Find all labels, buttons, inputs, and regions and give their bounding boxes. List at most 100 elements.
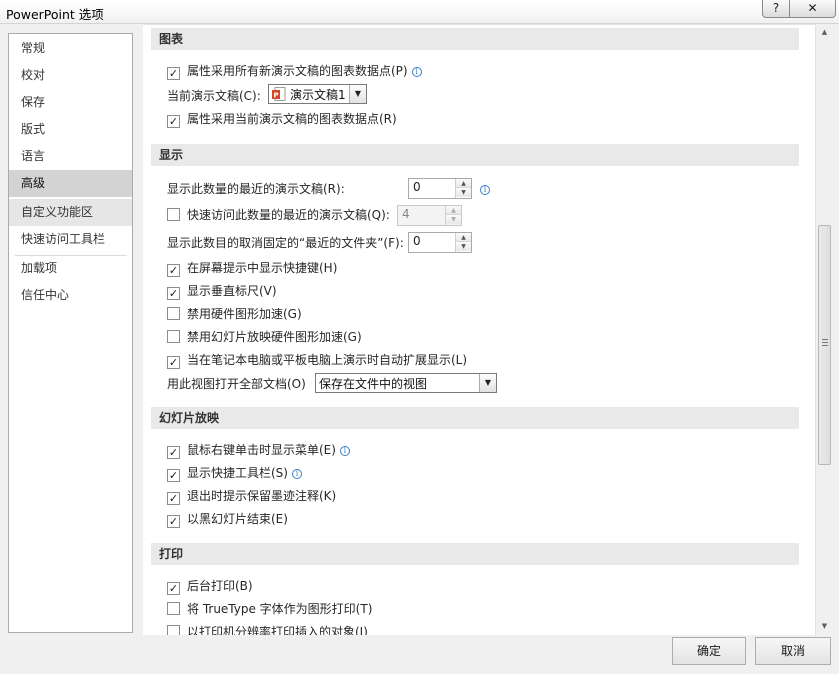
truetype-label: 将 TrueType 字体作为图形打印(T) [187, 602, 373, 616]
right-click-menu-label: 鼠标右键单击时显示菜单(E) [187, 443, 336, 457]
unpinned-folders-label: 显示此数目的取消固定的“最近的文件夹”(F): [167, 236, 404, 250]
options-nav: 常规 校对 保存 版式 语言 高级 自定义功能区 快速访问工具栏 加载项 信任中… [8, 33, 133, 633]
info-icon: i [480, 185, 490, 195]
title-bar: PowerPoint 选项 ? ✕ [0, 0, 839, 24]
scroll-up-icon[interactable]: ▲ [816, 24, 833, 41]
nav-item-customize-ribbon[interactable]: 自定义功能区 [9, 199, 132, 226]
nav-item-layout[interactable]: 版式 [9, 116, 132, 143]
quick-access-value: 4 [402, 207, 410, 221]
popup-toolbar-checkbox[interactable]: ✓ [167, 469, 180, 482]
ok-button[interactable]: 确定 [672, 637, 746, 665]
printer-resolution-checkbox[interactable] [167, 625, 180, 635]
nav-item-quick-access-toolbar[interactable]: 快速访问工具栏 [9, 226, 132, 253]
auto-extend-label: 当在笔记本电脑或平板电脑上演示时自动扩展显示(L) [187, 353, 468, 367]
disable-hw-accel-row: 禁用硬件图形加速(G) [167, 305, 302, 323]
recent-docs-value: 0 [413, 180, 421, 194]
close-button[interactable]: ✕ [789, 0, 836, 18]
quick-access-row: 快速访问此数量的最近的演示文稿(Q): [167, 206, 390, 224]
end-black-label: 以黑幻灯片结束(E) [187, 512, 288, 526]
chart-current-checkbox[interactable]: ✓ [167, 115, 180, 128]
nav-item-proofing[interactable]: 校对 [9, 62, 132, 89]
nav-item-language[interactable]: 语言 [9, 143, 132, 170]
vertical-ruler-row: ✓ 显示垂直标尺(V) [167, 282, 277, 300]
popup-toolbar-label: 显示快捷工具栏(S) [187, 466, 288, 480]
quick-access-checkbox[interactable] [167, 208, 180, 221]
content-scrollbar[interactable]: ▲ ▼ [815, 24, 832, 635]
current-presentation-select[interactable]: P 演示文稿1 ▼ [268, 84, 367, 104]
options-content: 图表 ✓ 属性采用所有新演示文稿的图表数据点(P) i 当前演示文稿(C): P 演… [143, 24, 815, 635]
spin-up-icon[interactable]: ▲ [456, 179, 471, 188]
keep-ink-label: 退出时提示保留墨迹注释(K) [187, 489, 337, 503]
scroll-down-icon[interactable]: ▼ [816, 618, 833, 635]
printer-resolution-label: 以打印机分辨率打印插入的对象(I) [187, 625, 368, 635]
nav-item-trust-center[interactable]: 信任中心 [9, 282, 132, 309]
spin-down-icon[interactable]: ▼ [456, 188, 471, 197]
unpinned-folders-value: 0 [413, 234, 421, 248]
quick-access-label: 快速访问此数量的最近的演示文稿(Q): [187, 208, 390, 222]
auto-extend-row: ✓ 当在笔记本电脑或平板电脑上演示时自动扩展显示(L) [167, 351, 467, 369]
vertical-ruler-label: 显示垂直标尺(V) [187, 284, 277, 298]
info-icon: i [411, 67, 422, 77]
chart-all-new-label: 属性采用所有新演示文稿的图表数据点(P) [187, 64, 408, 78]
chevron-down-icon[interactable]: ▼ [349, 85, 366, 103]
shortcut-keys-label: 在屏幕提示中显示快捷键(H) [187, 261, 338, 275]
open-view-label: 用此视图打开全部文档(O) [167, 377, 306, 391]
recent-docs-spinner[interactable]: 0 ▲ ▼ [408, 178, 472, 199]
right-click-menu-row: ✓ 鼠标右键单击时显示菜单(E) i [167, 441, 350, 459]
end-black-checkbox[interactable]: ✓ [167, 515, 180, 528]
disable-hw-accel-label: 禁用硬件图形加速(G) [187, 307, 302, 321]
printer-resolution-row: 以打印机分辨率打印插入的对象(I) [167, 623, 368, 635]
shortcut-keys-checkbox[interactable]: ✓ [167, 264, 180, 277]
nav-item-advanced[interactable]: 高级 [9, 170, 132, 197]
auto-extend-checkbox[interactable]: ✓ [167, 356, 180, 369]
vertical-ruler-checkbox[interactable]: ✓ [167, 287, 180, 300]
disable-slideshow-hw-label: 禁用幻灯片放映硬件图形加速(G) [187, 330, 362, 344]
disable-hw-accel-checkbox[interactable] [167, 307, 180, 320]
end-black-row: ✓ 以黑幻灯片结束(E) [167, 510, 288, 528]
spin-down-icon: ▼ [446, 215, 461, 224]
section-display-header: 显示 [151, 144, 799, 166]
keep-ink-row: ✓ 退出时提示保留墨迹注释(K) [167, 487, 336, 505]
chart-current-label: 属性采用当前演示文稿的图表数据点(R) [187, 112, 397, 126]
unpinned-folders-spinner[interactable]: 0 ▲ ▼ [408, 232, 472, 253]
info-icon: i [339, 446, 350, 456]
background-print-checkbox[interactable]: ✓ [167, 582, 180, 595]
current-presentation-label: 当前演示文稿(C): [167, 89, 261, 103]
chevron-down-icon[interactable]: ▼ [479, 374, 496, 392]
recent-docs-label: 显示此数量的最近的演示文稿(R): [167, 182, 345, 196]
keep-ink-checkbox[interactable]: ✓ [167, 492, 180, 505]
open-view-row: 用此视图打开全部文档(O) [167, 375, 306, 393]
window-title: PowerPoint 选项 [6, 7, 104, 22]
open-view-value: 保存在文件中的视图 [319, 377, 428, 391]
background-print-label: 后台打印(B) [187, 579, 253, 593]
open-view-select[interactable]: 保存在文件中的视图 ▼ [315, 373, 497, 393]
current-presentation-value: 演示文稿1 [290, 88, 346, 102]
nav-item-addins[interactable]: 加载项 [9, 255, 132, 282]
powerpoint-file-icon: P [272, 87, 286, 102]
shortcut-keys-row: ✓ 在屏幕提示中显示快捷键(H) [167, 259, 337, 277]
truetype-checkbox[interactable] [167, 602, 180, 615]
nav-item-save[interactable]: 保存 [9, 89, 132, 116]
quick-access-spinner: 4 ▲ ▼ [397, 205, 462, 226]
section-chart-header: 图表 [151, 28, 799, 50]
scroll-thumb[interactable] [818, 225, 831, 465]
truetype-row: 将 TrueType 字体作为图形打印(T) [167, 600, 372, 618]
chart-all-new-row: ✓ 属性采用所有新演示文稿的图表数据点(P) i [167, 62, 422, 80]
disable-slideshow-hw-checkbox[interactable] [167, 330, 180, 343]
spin-up-icon[interactable]: ▲ [456, 233, 471, 242]
spin-up-icon: ▲ [446, 206, 461, 215]
cancel-button[interactable]: 取消 [755, 637, 831, 665]
disable-slideshow-hw-row: 禁用幻灯片放映硬件图形加速(G) [167, 328, 362, 346]
popup-toolbar-row: ✓ 显示快捷工具栏(S) i [167, 464, 302, 482]
info-icon: i [291, 469, 302, 479]
right-click-menu-checkbox[interactable]: ✓ [167, 446, 180, 459]
spin-down-icon[interactable]: ▼ [456, 242, 471, 251]
display-recent-row: 显示此数量的最近的演示文稿(R): [167, 180, 345, 198]
nav-item-general[interactable]: 常规 [9, 35, 132, 62]
background-print-row: ✓ 后台打印(B) [167, 577, 253, 595]
section-slideshow-header: 幻灯片放映 [151, 407, 799, 429]
chart-all-new-checkbox[interactable]: ✓ [167, 67, 180, 80]
chart-current-row: 当前演示文稿(C): [167, 87, 261, 105]
chart-current-row-2: ✓ 属性采用当前演示文稿的图表数据点(R) [167, 110, 397, 128]
help-button[interactable]: ? [762, 0, 790, 18]
